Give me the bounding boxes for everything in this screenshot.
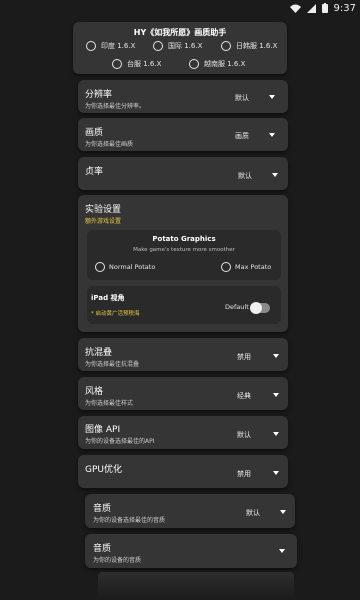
- sound-quality-dropdown[interactable]: 默认: [238, 502, 294, 520]
- sound-quality-title: 音质: [93, 504, 112, 514]
- region-label: 印度 1.6.X: [101, 42, 136, 50]
- quality-title: 画质: [85, 128, 104, 138]
- status-time: 9:37: [333, 2, 356, 14]
- region-label: 日韩服 1.6.X: [236, 42, 278, 50]
- radio-icon: [189, 59, 199, 69]
- region-option-jpkr[interactable]: 日韩服 1.6.X: [221, 41, 277, 51]
- gpu-title: GPU优化: [85, 465, 122, 475]
- resolution-title: 分辨率: [85, 90, 113, 100]
- quality-dropdown[interactable]: 画质: [228, 126, 284, 144]
- antialias-card: 抗混叠 为你选择最佳抗混叠 禁用: [78, 338, 288, 371]
- radio-icon: [221, 262, 231, 272]
- antialias-subtitle: 为你选择最佳抗混叠: [85, 361, 140, 368]
- chevron-down-icon: [273, 393, 279, 397]
- region-option-global[interactable]: 国际 1.6.X: [153, 41, 202, 51]
- graphics-api-value: 默认: [237, 431, 251, 439]
- gpu-card: GPU优化 禁用: [78, 455, 288, 488]
- graphics-api-dropdown[interactable]: 默认: [231, 424, 287, 442]
- experimental-title: 实验设置: [85, 205, 122, 215]
- radio-icon: [221, 41, 231, 51]
- next-setting-card: [98, 572, 294, 600]
- app-title: HY《如我所愿》画质助手: [133, 28, 227, 37]
- ipad-note: * 启动黄广活预税海: [91, 311, 140, 317]
- resolution-value: 默认: [235, 94, 249, 102]
- chevron-down-icon: [272, 173, 278, 177]
- resolution-card: 分辨率 为你选择最佳分辨率。 默认: [78, 80, 288, 113]
- ipad-title: iPad 视角: [91, 294, 125, 302]
- max-potato-option[interactable]: Max Potato: [221, 262, 271, 272]
- chevron-down-icon: [279, 549, 285, 553]
- normal-potato-label: Normal Potato: [109, 263, 156, 271]
- toggle-knob: [250, 302, 262, 314]
- style-value: 经典: [237, 392, 251, 400]
- normal-potato-option[interactable]: Normal Potato: [95, 262, 155, 272]
- sound-quality-2-title: 音质: [93, 544, 112, 554]
- region-label: 越南服 1.6.X: [204, 60, 246, 68]
- framerate-value: 默认: [238, 172, 252, 180]
- ipad-toggle-label: Default: [225, 303, 249, 311]
- radio-icon: [112, 59, 122, 69]
- style-card: 风格 为你选择最佳样式 经典: [78, 377, 288, 410]
- chevron-down-icon: [269, 95, 275, 99]
- region-card: HY《如我所愿》画质助手 印度 1.6.X 国际 1.6.X 日韩服 1.6.X…: [73, 22, 287, 74]
- sound-quality-card: 音质 为你的设备选择最佳的音质 默认: [85, 494, 295, 528]
- sound-quality-subtitle: 为你的设备选择最佳的音质: [93, 517, 166, 524]
- experimental-subtitle: 额外游戏设置: [85, 218, 122, 225]
- resolution-dropdown[interactable]: 默认: [228, 88, 284, 106]
- region-label: 国际 1.6.X: [168, 42, 203, 50]
- region-option-vietnam[interactable]: 越南服 1.6.X: [189, 59, 245, 69]
- radio-icon: [95, 262, 105, 272]
- chevron-down-icon: [269, 133, 275, 137]
- sound-quality-2-subtitle: 为你的设备的音质: [93, 557, 142, 564]
- framerate-title: 贞率: [85, 167, 104, 177]
- sound-quality-value: 默认: [246, 509, 260, 517]
- potato-subtitle: Make game's texture more smoother: [133, 247, 235, 253]
- quality-value: 画质: [235, 132, 249, 140]
- framerate-card: 贞率 默认: [78, 157, 288, 190]
- antialias-title: 抗混叠: [85, 348, 113, 358]
- signal-icon: [306, 3, 316, 13]
- graphics-api-title: 图像 API: [85, 425, 121, 435]
- battery-icon: [321, 3, 328, 13]
- status-bar: 9:37: [0, 0, 360, 16]
- sound-quality-2-card: 音质 为你的设备的音质: [85, 534, 297, 568]
- chevron-down-icon: [273, 471, 279, 475]
- antialias-dropdown[interactable]: 禁用: [231, 346, 287, 364]
- quality-card: 画质 为你选择最佳画质 画质: [78, 118, 288, 151]
- antialias-value: 禁用: [237, 353, 251, 361]
- ipad-toggle[interactable]: [250, 302, 270, 314]
- region-option-india[interactable]: 印度 1.6.X: [86, 41, 135, 51]
- region-option-taiwan[interactable]: 台服 1.6.X: [112, 59, 161, 69]
- quality-subtitle: 为你选择最佳画质: [85, 141, 134, 148]
- radio-icon: [153, 41, 163, 51]
- style-subtitle: 为你选择最佳样式: [85, 400, 134, 407]
- wifi-icon: [289, 4, 301, 13]
- chevron-down-icon: [273, 432, 279, 436]
- gpu-dropdown[interactable]: 禁用: [231, 463, 287, 481]
- experimental-card: 实验设置 额外游戏设置 Potato Graphics Make game's …: [78, 195, 288, 332]
- sound-quality-2-dropdown[interactable]: [270, 542, 294, 560]
- resolution-subtitle: 为你选择最佳分辨率。: [85, 103, 146, 110]
- chevron-down-icon: [280, 510, 286, 514]
- gpu-value: 禁用: [237, 470, 251, 478]
- graphics-api-card: 图像 API 为你的设备选择最佳的API 默认: [78, 416, 288, 449]
- style-dropdown[interactable]: 经典: [231, 385, 287, 403]
- max-potato-label: Max Potato: [235, 263, 272, 271]
- ipad-view-card: iPad 视角 * 启动黄广活预税海 Default: [87, 286, 281, 324]
- chevron-down-icon: [273, 354, 279, 358]
- style-title: 风格: [85, 387, 104, 397]
- region-label: 台服 1.6.X: [127, 60, 162, 68]
- potato-graphics-card: Potato Graphics Make game's texture more…: [87, 230, 281, 280]
- radio-icon: [86, 41, 96, 51]
- graphics-api-subtitle: 为你的设备选择最佳的API: [85, 438, 155, 445]
- framerate-dropdown[interactable]: 默认: [231, 165, 287, 183]
- potato-title: Potato Graphics: [152, 235, 216, 243]
